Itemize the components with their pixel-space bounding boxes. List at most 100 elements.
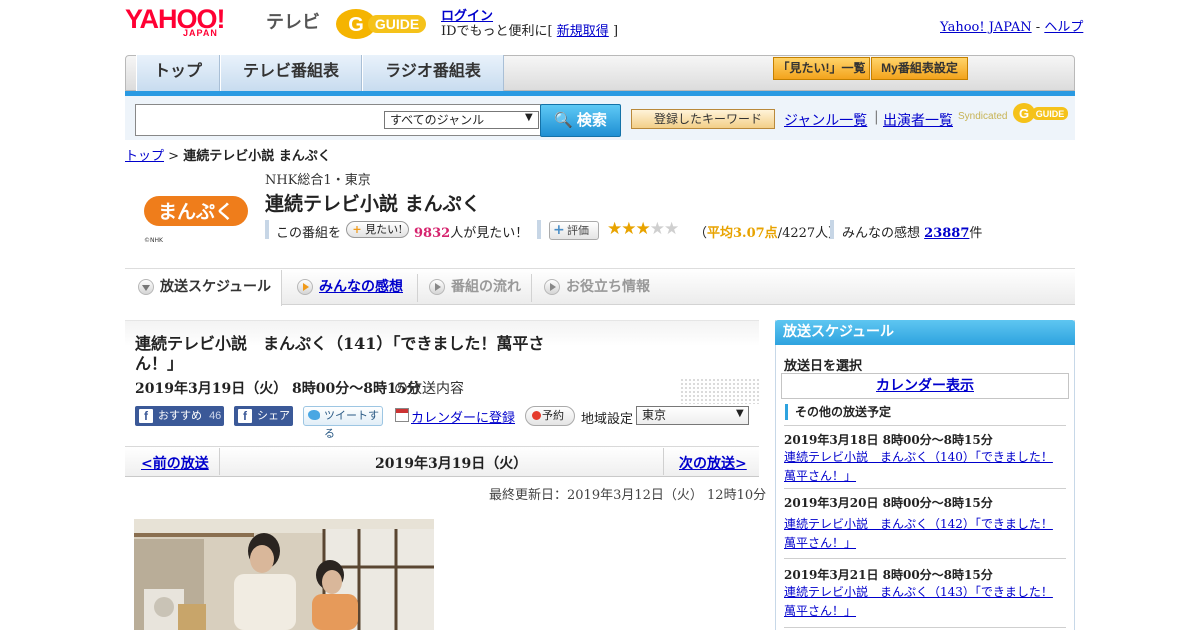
tab-info-label: お役立ち情報 <box>566 278 650 294</box>
select-date-label: 放送日を選択 <box>784 359 863 374</box>
tab-flow: 番組の流れ <box>429 272 521 302</box>
calendar-register-link[interactable]: カレンダーに登録 <box>411 407 515 426</box>
sidebar-item-date: 2019年3月20日 8時00分～8時15分 <box>784 496 993 510</box>
next-broadcast-link[interactable]: 次の放送> <box>679 453 747 473</box>
search-separator: | <box>874 109 879 125</box>
episode-date-suffix: の放送内容 <box>394 381 464 397</box>
yahoo-japan-link[interactable]: Yahoo! JAPAN <box>940 20 1032 35</box>
rating-average: 平均3.07点 <box>707 226 778 241</box>
star-filled-icon: ★ <box>635 219 651 239</box>
sidebar-item-link[interactable]: 連続テレビ小説 まんぷく（143）「できました！萬平さん！」 <box>784 583 1054 621</box>
sidebar-divider <box>784 488 1066 489</box>
tab-schedule[interactable]: 放送スケジュール <box>138 272 271 302</box>
breadcrumb-top-link[interactable]: トップ <box>125 149 164 164</box>
tab-reviews-label: みんなの感想 <box>319 278 403 294</box>
facebook-icon: f <box>139 409 153 423</box>
search-button[interactable]: 🔍 検索 <box>540 104 621 137</box>
my-schedule-button[interactable]: My番組表設定 <box>871 57 968 80</box>
star-empty-icon: ★ <box>649 219 665 239</box>
tv-label[interactable]: テレビ <box>266 8 320 34</box>
sidebar-divider <box>784 627 1066 628</box>
dot-pattern <box>680 378 760 404</box>
region-select[interactable]: 東京 <box>636 406 749 425</box>
rating-open: （ <box>694 226 708 241</box>
facebook-recommend-button[interactable]: f おすすめ 46 <box>135 406 224 426</box>
nav-tab-tv-schedule[interactable]: テレビ番組表 <box>220 55 362 91</box>
star-empty-icon: ★ <box>664 219 679 239</box>
genre-select[interactable]: すべてのジャンル <box>384 111 539 129</box>
program-logo: まんぷく ©NHK <box>144 196 248 244</box>
mitai-count: 9832 <box>414 226 451 241</box>
episode-title: 連続テレビ小説 まんぷく（141）「できました！萬平さん！」 <box>135 334 545 373</box>
record-dot-icon <box>532 411 541 420</box>
sidebar-item-link[interactable]: 連続テレビ小説 まんぷく（142）「できました！萬平さん！」 <box>784 515 1054 553</box>
star-filled-icon: ★ <box>607 219 622 239</box>
kansou-label: みんなの感想 <box>842 226 921 241</box>
fb-share-label: シェア <box>257 410 290 422</box>
search-button-label: 検索 <box>576 112 607 129</box>
fb-recommend-label: おすすめ <box>158 410 202 422</box>
performer-list-link[interactable]: 出演者一覧 <box>883 110 953 130</box>
breadcrumb-current: 連続テレビ小説 まんぷく <box>183 149 331 164</box>
svg-text:G: G <box>348 14 364 36</box>
channel-label: NHK総合1・東京 <box>265 173 371 188</box>
episode-date: 2019年3月19日（火） 8時00分～8時15分 <box>135 381 421 397</box>
other-schedule-heading: その他の放送予定 <box>785 404 891 420</box>
rating-button-label: 評価 <box>567 224 589 237</box>
program-logo-text: まんぷく <box>158 201 234 223</box>
calendar-display-button[interactable]: カレンダー表示 <box>781 373 1069 399</box>
tab-reviews[interactable]: みんなの感想 <box>297 272 403 302</box>
help-link[interactable]: ヘルプ <box>1044 20 1083 35</box>
promo-prefix: IDでもっと便利に[ <box>441 24 553 39</box>
stat-divider <box>537 220 541 239</box>
keyword-button[interactable]: 登録したキーワード <box>631 109 775 129</box>
search-icon: 🔍 <box>554 112 573 129</box>
gguide-small-logo: G GUIDE <box>1013 103 1068 123</box>
current-broadcast-date: 2019年3月19日（火） <box>375 456 528 472</box>
promo-suffix: ] <box>612 24 619 39</box>
stat-divider <box>830 220 834 239</box>
rating-summary: （平均3.07点/4227人） <box>694 222 841 241</box>
header-promo: IDでもっと便利に[ 新規取得 ] <box>441 20 618 39</box>
star-filled-icon: ★ <box>621 219 636 239</box>
tab-flow-label: 番組の流れ <box>451 278 521 294</box>
fb-recommend-count: 46 <box>209 410 222 422</box>
tab-info: お役立ち情報 <box>544 272 650 302</box>
tab-separator <box>417 274 418 302</box>
chevron-down-icon: ▼ <box>525 112 533 123</box>
stat-divider <box>265 220 269 239</box>
play-icon <box>429 279 445 295</box>
svg-text:GUIDE: GUIDE <box>1036 109 1065 119</box>
genre-list-link[interactable]: ジャンル一覧 <box>784 110 867 130</box>
calendar-icon <box>395 408 409 422</box>
program-title: 連続テレビ小説 まんぷく <box>265 193 481 215</box>
mitai-list-button[interactable]: 「見たい!」一覧 <box>773 57 870 80</box>
mitai-suffix: 人が見たい！ <box>450 226 529 241</box>
header-right-links: Yahoo! JAPAN - ヘルプ <box>940 16 1083 35</box>
nav-tab-radio-schedule[interactable]: ラジオ番組表 <box>362 55 504 91</box>
play-icon <box>297 279 313 295</box>
gguide-logo[interactable]: G GUIDE <box>334 7 432 41</box>
facebook-icon: f <box>238 409 252 423</box>
mitai-button-label: 見たい! <box>365 223 403 236</box>
calendar-icon-top <box>396 409 408 413</box>
nav-tab-top[interactable]: トップ <box>136 55 220 91</box>
breadcrumb-separator: > <box>168 149 180 164</box>
sidebar-divider <box>784 558 1066 559</box>
region-label: 地域設定 <box>581 412 634 427</box>
plus-icon: + <box>352 223 362 236</box>
kansou-stat: みんなの感想 23887件 <box>842 222 982 241</box>
facebook-share-button[interactable]: f シェア <box>234 406 293 426</box>
prev-broadcast-link[interactable]: <前の放送 <box>141 453 209 473</box>
sidebar-item-date: 2019年3月21日 8時00分～8時15分 <box>784 568 993 582</box>
pn-separator <box>219 448 220 475</box>
tab-separator <box>531 274 532 302</box>
rating-stars: ★★★★★ <box>607 219 679 239</box>
sidebar-item-link[interactable]: 連続テレビ小説 まんぷく（140）「できました！萬平さん！」 <box>784 448 1054 486</box>
pn-separator <box>663 448 664 475</box>
signup-link[interactable]: 新規取得 <box>557 24 609 39</box>
header-separator: - <box>1035 20 1041 35</box>
kansou-count-link[interactable]: 23887 <box>924 226 969 241</box>
play-icon <box>544 279 560 295</box>
mitai-button[interactable]: + 見たい! <box>346 221 409 238</box>
